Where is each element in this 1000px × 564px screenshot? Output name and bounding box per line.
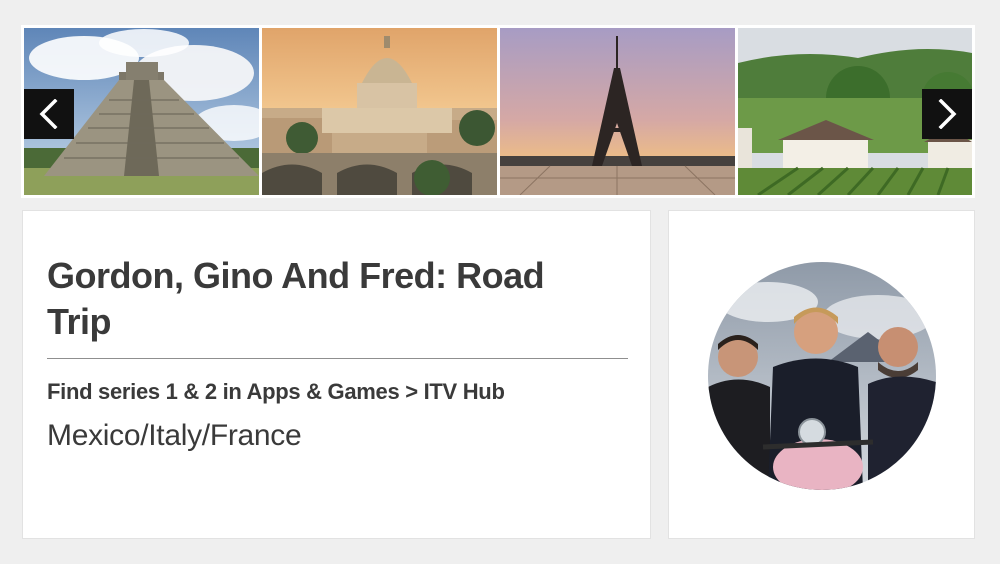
presenters-card — [668, 210, 975, 539]
show-info-card: Gordon, Gino And Fred: Road Trip Find se… — [22, 210, 651, 539]
chevron-left-icon — [39, 99, 58, 129]
show-locations: Mexico/Italy/France — [47, 419, 302, 452]
carousel-slide-paris[interactable] — [500, 28, 735, 195]
presenters-photo — [708, 262, 936, 490]
presenters-image — [708, 262, 936, 490]
image-carousel — [21, 25, 975, 198]
vatican-image — [262, 28, 497, 195]
carousel-next-button[interactable] — [922, 89, 972, 139]
carousel-prev-button[interactable] — [24, 89, 74, 139]
chevron-right-icon — [938, 99, 957, 129]
carousel-slide-rome[interactable] — [262, 28, 497, 195]
eiffel-tower-image — [500, 28, 735, 195]
page: Gordon, Gino And Fred: Road Trip Find se… — [0, 0, 1000, 564]
title-divider — [47, 358, 628, 359]
series-location-hint: Find series 1 & 2 in Apps & Games > ITV … — [47, 379, 505, 404]
show-title: Gordon, Gino And Fred: Road Trip — [47, 255, 545, 342]
